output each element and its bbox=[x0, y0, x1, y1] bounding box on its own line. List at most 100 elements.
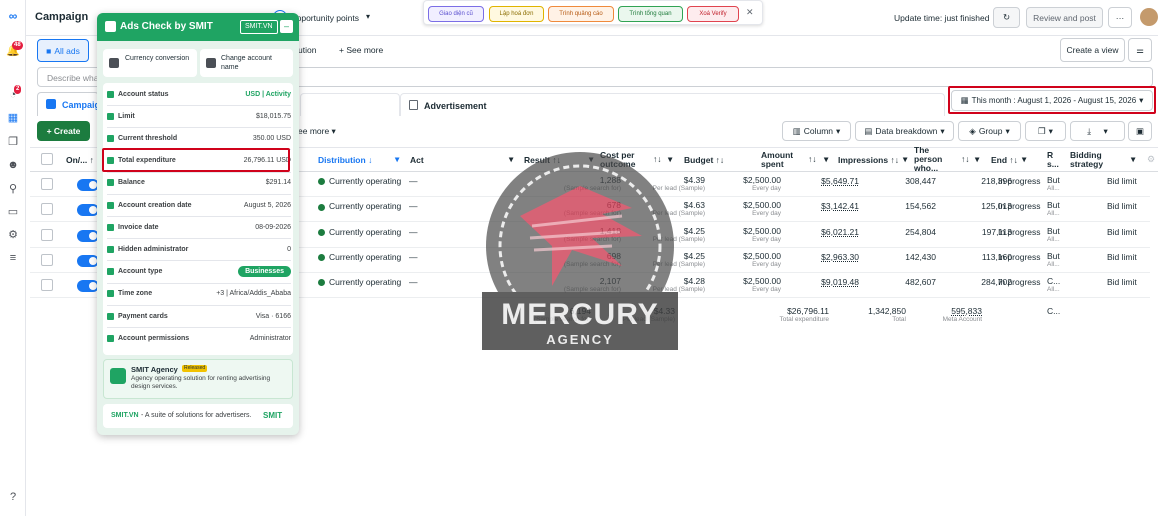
create-button[interactable]: + Create bbox=[37, 121, 90, 141]
row-rs-sub: All... bbox=[1047, 210, 1060, 218]
col-amount[interactable]: Amount spent ↑↓ ▾ bbox=[761, 147, 831, 172]
panel-field-label: Time zone bbox=[107, 290, 152, 298]
row-toggle[interactable] bbox=[77, 254, 99, 267]
smit-logo-icon bbox=[105, 21, 116, 32]
column-button[interactable]: ▥ Column ▾ bbox=[782, 121, 851, 141]
smit-badge[interactable]: SMIT.VN bbox=[240, 20, 278, 34]
old-interface-chip[interactable]: Giao diện cũ bbox=[428, 6, 484, 22]
row-toggle[interactable] bbox=[77, 204, 99, 217]
col-budget[interactable]: Budget ↑↓ bbox=[684, 147, 724, 172]
row-checkbox[interactable] bbox=[41, 203, 53, 216]
change-name-button[interactable]: Change account name bbox=[200, 49, 293, 77]
row-checkbox[interactable] bbox=[41, 228, 53, 241]
row-toggle[interactable] bbox=[77, 229, 99, 242]
panel-field: Limit $18,015.75 bbox=[107, 105, 291, 127]
group-button[interactable]: ◈ Group ▾ bbox=[958, 121, 1021, 141]
opportunity-points[interactable]: Opportunity points bbox=[290, 13, 359, 23]
col-onoff[interactable]: On/... ↑ bbox=[66, 147, 94, 172]
row-rs-sub: All... bbox=[1047, 286, 1060, 294]
remove-verify-chip[interactable]: Xoá Verify bbox=[687, 6, 739, 22]
chart-toggle-button[interactable]: ▣ bbox=[1128, 121, 1152, 141]
row-end: In progress bbox=[998, 176, 1041, 186]
row-status: Currently operating bbox=[318, 277, 401, 287]
agency-card[interactable]: SMIT Agency Released Agency operating so… bbox=[103, 359, 293, 399]
toolbar-see-more[interactable]: ee more ▾ bbox=[298, 126, 336, 137]
agency-description: Agency operating solution for renting ad… bbox=[131, 375, 271, 390]
row-checkbox[interactable] bbox=[41, 279, 53, 292]
see-more-link[interactable]: + See more bbox=[339, 45, 383, 55]
table-icon[interactable]: ▦ bbox=[6, 111, 20, 125]
meta-logo-icon[interactable]: ∞ bbox=[6, 9, 20, 23]
tab-campaign[interactable]: Campaign bbox=[37, 92, 106, 116]
row-checkbox[interactable] bbox=[41, 178, 53, 190]
billing-chip[interactable]: Lập hoá đơn bbox=[489, 6, 544, 22]
create-view-button[interactable]: Create a view bbox=[1060, 38, 1125, 62]
pages-icon[interactable]: ❐ bbox=[6, 135, 20, 149]
location-icon[interactable]: ⚲ bbox=[6, 182, 20, 196]
col-bidding[interactable]: Bidding strategy ▾ bbox=[1070, 147, 1140, 172]
col-rs[interactable]: R s... bbox=[1047, 147, 1061, 172]
minimize-button[interactable]: – bbox=[280, 20, 293, 33]
opportunity-chevron-icon[interactable]: ▾ bbox=[366, 12, 370, 21]
col-result[interactable]: Result ↑↓ ▾ bbox=[524, 147, 593, 172]
ads-manager-chip[interactable]: Trình quảng cáo bbox=[548, 6, 614, 22]
row-budget: $2,500.00 bbox=[743, 175, 781, 185]
col-impressions[interactable]: Impressions ↑↓ ▾ bbox=[838, 147, 907, 172]
row-act: — bbox=[409, 176, 418, 186]
currency-conversion-button[interactable]: Currency conversion bbox=[103, 49, 197, 77]
overview-chip[interactable]: Trình tổng quan bbox=[618, 6, 683, 22]
close-icon[interactable]: ✕ bbox=[746, 7, 754, 18]
row-checkbox[interactable] bbox=[41, 253, 53, 266]
row-result: 2,107 bbox=[599, 276, 621, 287]
panel-field: Account permissions Administrator bbox=[107, 327, 291, 349]
col-act[interactable]: Act ▾ bbox=[410, 147, 513, 172]
status-dot-icon bbox=[318, 203, 325, 211]
row-cost-sub: Per lead (Sample) bbox=[652, 210, 705, 218]
copy-icon: ❐ bbox=[1038, 125, 1046, 136]
row-toggle[interactable] bbox=[77, 280, 99, 293]
row-act: — bbox=[409, 251, 418, 262]
row-toggle[interactable] bbox=[77, 179, 99, 191]
tab-advertisement[interactable]: Advertisement bbox=[400, 93, 945, 116]
filter-settings-button[interactable]: ⚌ bbox=[1128, 38, 1152, 62]
date-range-picker[interactable]: ▦ This month : August 1, 2026 - August 15… bbox=[951, 90, 1153, 111]
column-settings-icon[interactable]: ⚙ bbox=[1147, 154, 1155, 165]
footer-link[interactable]: SMIT.VN bbox=[111, 412, 139, 419]
all-ads-button[interactable]: ■ All ads bbox=[37, 39, 89, 62]
menu-icon[interactable]: ≡ bbox=[6, 251, 20, 265]
more-button[interactable]: ··· bbox=[1108, 7, 1132, 28]
download-button[interactable]: ⤓ ▾ bbox=[1070, 121, 1125, 141]
panel-field-value: Businesses bbox=[238, 266, 291, 278]
row-cost: $4.25 bbox=[683, 225, 705, 236]
select-all-checkbox[interactable] bbox=[41, 153, 53, 165]
panel-field-label: Hidden administrator bbox=[107, 245, 188, 253]
billing-icon[interactable]: ▭ bbox=[6, 205, 20, 219]
refresh-button[interactable]: ↻ bbox=[993, 7, 1020, 28]
attribution-label[interactable]: ution bbox=[298, 45, 316, 55]
data-breakdown-button[interactable]: ▤ Data breakdown ▾ bbox=[855, 121, 954, 141]
col-reach[interactable]: The person who... ↑↓ ▾ bbox=[914, 146, 984, 173]
row-cost-sub: Per lead (Sample) bbox=[652, 260, 705, 268]
export-button[interactable]: ❐ ▾ bbox=[1025, 121, 1066, 141]
field-icon bbox=[107, 223, 114, 231]
field-icon bbox=[107, 134, 114, 142]
row-end: In progress bbox=[998, 226, 1041, 237]
row-budget-sub: Every day bbox=[752, 286, 781, 294]
audience-icon[interactable]: ☻ bbox=[6, 158, 20, 172]
help-icon[interactable]: ? bbox=[6, 490, 20, 504]
tab-ad-set[interactable] bbox=[300, 93, 400, 116]
avatar[interactable] bbox=[1140, 8, 1158, 26]
col-distribution[interactable]: Distribution ↓ ▾ bbox=[318, 147, 399, 172]
tools-icon[interactable]: ⚙ bbox=[6, 228, 20, 242]
col-cost[interactable]: Cost per outcome ↑↓ ▾ bbox=[600, 147, 672, 172]
agency-logo-icon bbox=[110, 368, 126, 384]
row-status: Currently operating bbox=[318, 201, 401, 211]
panel-field-value: USD | Activity bbox=[245, 90, 291, 98]
sliders-icon: ⚌ bbox=[1136, 44, 1144, 55]
field-icon bbox=[107, 290, 114, 298]
calendar-icon: ▦ bbox=[960, 95, 969, 105]
col-end[interactable]: End ↑↓ ▾ bbox=[991, 147, 1026, 172]
row-rs-sub: All... bbox=[1047, 260, 1060, 268]
review-post-button[interactable]: Review and post bbox=[1026, 7, 1103, 28]
row-impressions: 254,804 bbox=[905, 226, 936, 237]
